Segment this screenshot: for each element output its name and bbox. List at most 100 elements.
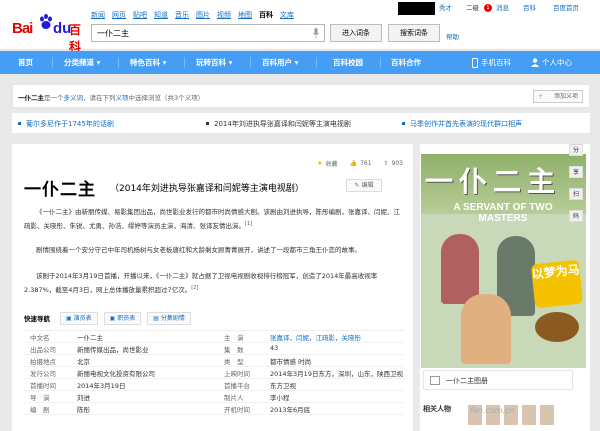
info-key: 类 型	[224, 358, 244, 366]
like-button[interactable]: 👍 761	[350, 159, 372, 168]
info-value: 2014年3月19日东方，深圳，山东，陕西卫视	[270, 370, 403, 378]
nav-home[interactable]: 首页	[18, 51, 33, 74]
polysemy-bar: 一仆二主是一个多义词，请在下列义项中选择浏览（共3个义项） + 添加义项	[12, 84, 590, 108]
search-entry-button[interactable]: 搜索词条	[388, 24, 440, 42]
info-value-link[interactable]: 张嘉译，闫妮，江疏影，关晓彤	[270, 332, 361, 342]
reference-link[interactable]: [2]	[191, 285, 198, 291]
basic-info-table: 中文名 一仆二主 主 演 张嘉译，闫妮，江疏影，关晓彤 出品公司 新丽传媒出品，…	[24, 330, 404, 415]
main-nav: 首页 分类频道 ▾ 特色百科 ▾ 玩转百科 ▾ 百科用户 ▾ 百科校园 百科合作…	[0, 51, 600, 74]
star-icon: ★	[317, 160, 323, 167]
episodes-button[interactable]: ▤ 分集剧情	[147, 311, 191, 325]
nav-featured[interactable]: 特色百科 ▾	[130, 51, 166, 74]
share-tool-button[interactable]: 分	[569, 144, 583, 156]
nav-personal-center[interactable]: 个人中心	[542, 51, 572, 74]
related-people-heading: 相关人物	[423, 405, 451, 413]
qr-tool-button[interactable]: 扫	[569, 188, 583, 200]
user-level[interactable]: 二级	[466, 2, 479, 15]
tab-zhidao[interactable]: 知道	[154, 10, 168, 20]
nav-separator	[380, 57, 381, 68]
polysemy-text: 一仆二主是一个多义词，请在下列义项中选择浏览（共3个义项）	[18, 92, 204, 102]
polysemy-text-4: 个义项）	[178, 94, 205, 102]
tab-tieba[interactable]: 贴吧	[133, 10, 147, 20]
sense-item[interactable]: 葡尔多尼作于1745年的话剧	[26, 119, 114, 129]
quick-nav-label: 快速导航	[24, 315, 50, 323]
paw-icon	[40, 14, 52, 29]
info-key: 集 数	[224, 346, 244, 354]
tab-music[interactable]: 音乐	[175, 10, 189, 20]
info-key: 首播平台	[224, 382, 250, 390]
nav-categories[interactable]: 分类频道 ▾	[64, 51, 100, 74]
crew-button[interactable]: ▣ 职员表	[103, 311, 142, 325]
info-key: 发行公司	[30, 370, 56, 378]
tab-map[interactable]: 地图	[238, 10, 252, 20]
cast-button[interactable]: ▣ 演员表	[60, 311, 98, 325]
nav-separator	[184, 57, 185, 68]
baidu-home-link[interactable]: 百度首页	[553, 2, 579, 15]
plus-icon: +	[538, 93, 544, 100]
help-link[interactable]: 帮助	[446, 31, 459, 41]
sense-item-current: 2014年刘进执导张嘉译和闫妮等主演电视剧	[214, 120, 351, 128]
edit-button[interactable]: ✎ 编辑	[346, 179, 382, 192]
nav-play[interactable]: 玩转百科 ▾	[196, 51, 232, 74]
tab-baike[interactable]: 百科	[259, 10, 273, 20]
poster-english-title: A SERVANT OF TWO MASTERS	[453, 202, 553, 224]
related-person-avatar[interactable]	[540, 405, 554, 425]
bullet-icon	[18, 122, 21, 125]
poster-figure	[461, 294, 511, 364]
enter-entry-button[interactable]: 进入词条	[330, 24, 382, 42]
related-person-avatar[interactable]	[522, 405, 536, 425]
microphone-icon[interactable]	[313, 28, 319, 38]
tab-wenku[interactable]: 文库	[280, 10, 294, 20]
baidu-baike-logo[interactable]: Bai du 百科	[12, 12, 88, 54]
polysemy-link[interactable]: 多义词	[64, 94, 84, 102]
info-key: 出品公司	[30, 346, 56, 354]
info-row: 拍摄地点 北京 类 型 都市情感 时尚	[24, 355, 404, 367]
sense-link[interactable]: 义项	[116, 94, 129, 102]
info-value: 新丽传媒出品，尚世影业	[77, 346, 149, 354]
tab-web[interactable]: 网页	[112, 10, 126, 20]
baike-link[interactable]: 百科	[523, 2, 536, 15]
mobile-icon	[472, 58, 478, 68]
share-button[interactable]: ⇧ 903	[384, 159, 403, 168]
album-link[interactable]: 一仆二主图册	[423, 370, 573, 390]
info-value: 北京	[77, 358, 90, 366]
redacted-username	[398, 2, 435, 15]
share-tool-button[interactable]: 享	[569, 166, 583, 178]
user-title-link[interactable]: 秀才	[439, 2, 452, 15]
info-row: 出品公司 新丽传媒出品，尚世影业 集 数 43	[24, 343, 404, 355]
tab-images[interactable]: 图片	[196, 10, 210, 20]
bullet-icon	[206, 122, 209, 125]
nav-separator	[118, 57, 119, 68]
page-subtitle: （2014年刘进执导张嘉译和闫妮等主演电视剧）	[110, 184, 304, 194]
search-tabs: 新闻 网页 贴吧 知道 音乐 图片 视频 地图 百科 文库	[91, 10, 294, 20]
messages-link[interactable]: 消息	[496, 2, 509, 15]
add-sense-button[interactable]: + 添加义项	[533, 90, 583, 103]
sense-item[interactable]: 马季创作并首先表演的现代群口相声	[410, 119, 522, 129]
info-value: 2014年3月19日	[77, 382, 126, 390]
poster-image[interactable]: 一仆二主 A SERVANT OF TWO MASTERS 以梦为马	[421, 154, 586, 368]
side-toolbar: 分 享 扫 码	[569, 144, 583, 284]
polysemy-term: 一仆二主	[18, 94, 44, 102]
people-icon: ▣	[66, 314, 72, 322]
polysemy-text-3: 中选择浏览（共	[128, 94, 175, 102]
nav-mobile-baike[interactable]: 手机百科	[481, 51, 511, 74]
poster-figure	[441, 234, 479, 304]
collect-button[interactable]: ★ 收藏	[317, 159, 337, 168]
nav-campus[interactable]: 百科校园	[333, 51, 363, 74]
tab-news[interactable]: 新闻	[91, 10, 105, 20]
logo-baike-text: 百科	[69, 23, 82, 54]
qr-tool-button[interactable]: 码	[569, 210, 583, 222]
info-key: 首播时间	[30, 382, 56, 390]
tab-video[interactable]: 视频	[217, 10, 231, 20]
info-value: 东方卫视	[270, 382, 296, 390]
article-main: ★ 收藏 👍 761 ⇧ 903 一仆二主 （2014年刘进执导张嘉译和闫妮等主演电视…	[12, 144, 413, 431]
search-input[interactable]: 一仆二主	[91, 24, 325, 42]
share-icon: ⇧	[383, 160, 389, 167]
reference-link[interactable]: [1]	[245, 221, 252, 227]
nav-users[interactable]: 百科用户 ▾	[262, 51, 298, 74]
summary-paragraph-3: 该剧于2014年3月19日首播，开播以来，《一仆二主》就占据了卫视电视剧收视排行…	[24, 270, 402, 296]
info-key: 导 演	[30, 394, 50, 402]
nav-cooperation[interactable]: 百科合作	[391, 51, 421, 74]
collect-label: 收藏	[325, 161, 338, 168]
logo-bai-text: Bai	[12, 20, 33, 37]
